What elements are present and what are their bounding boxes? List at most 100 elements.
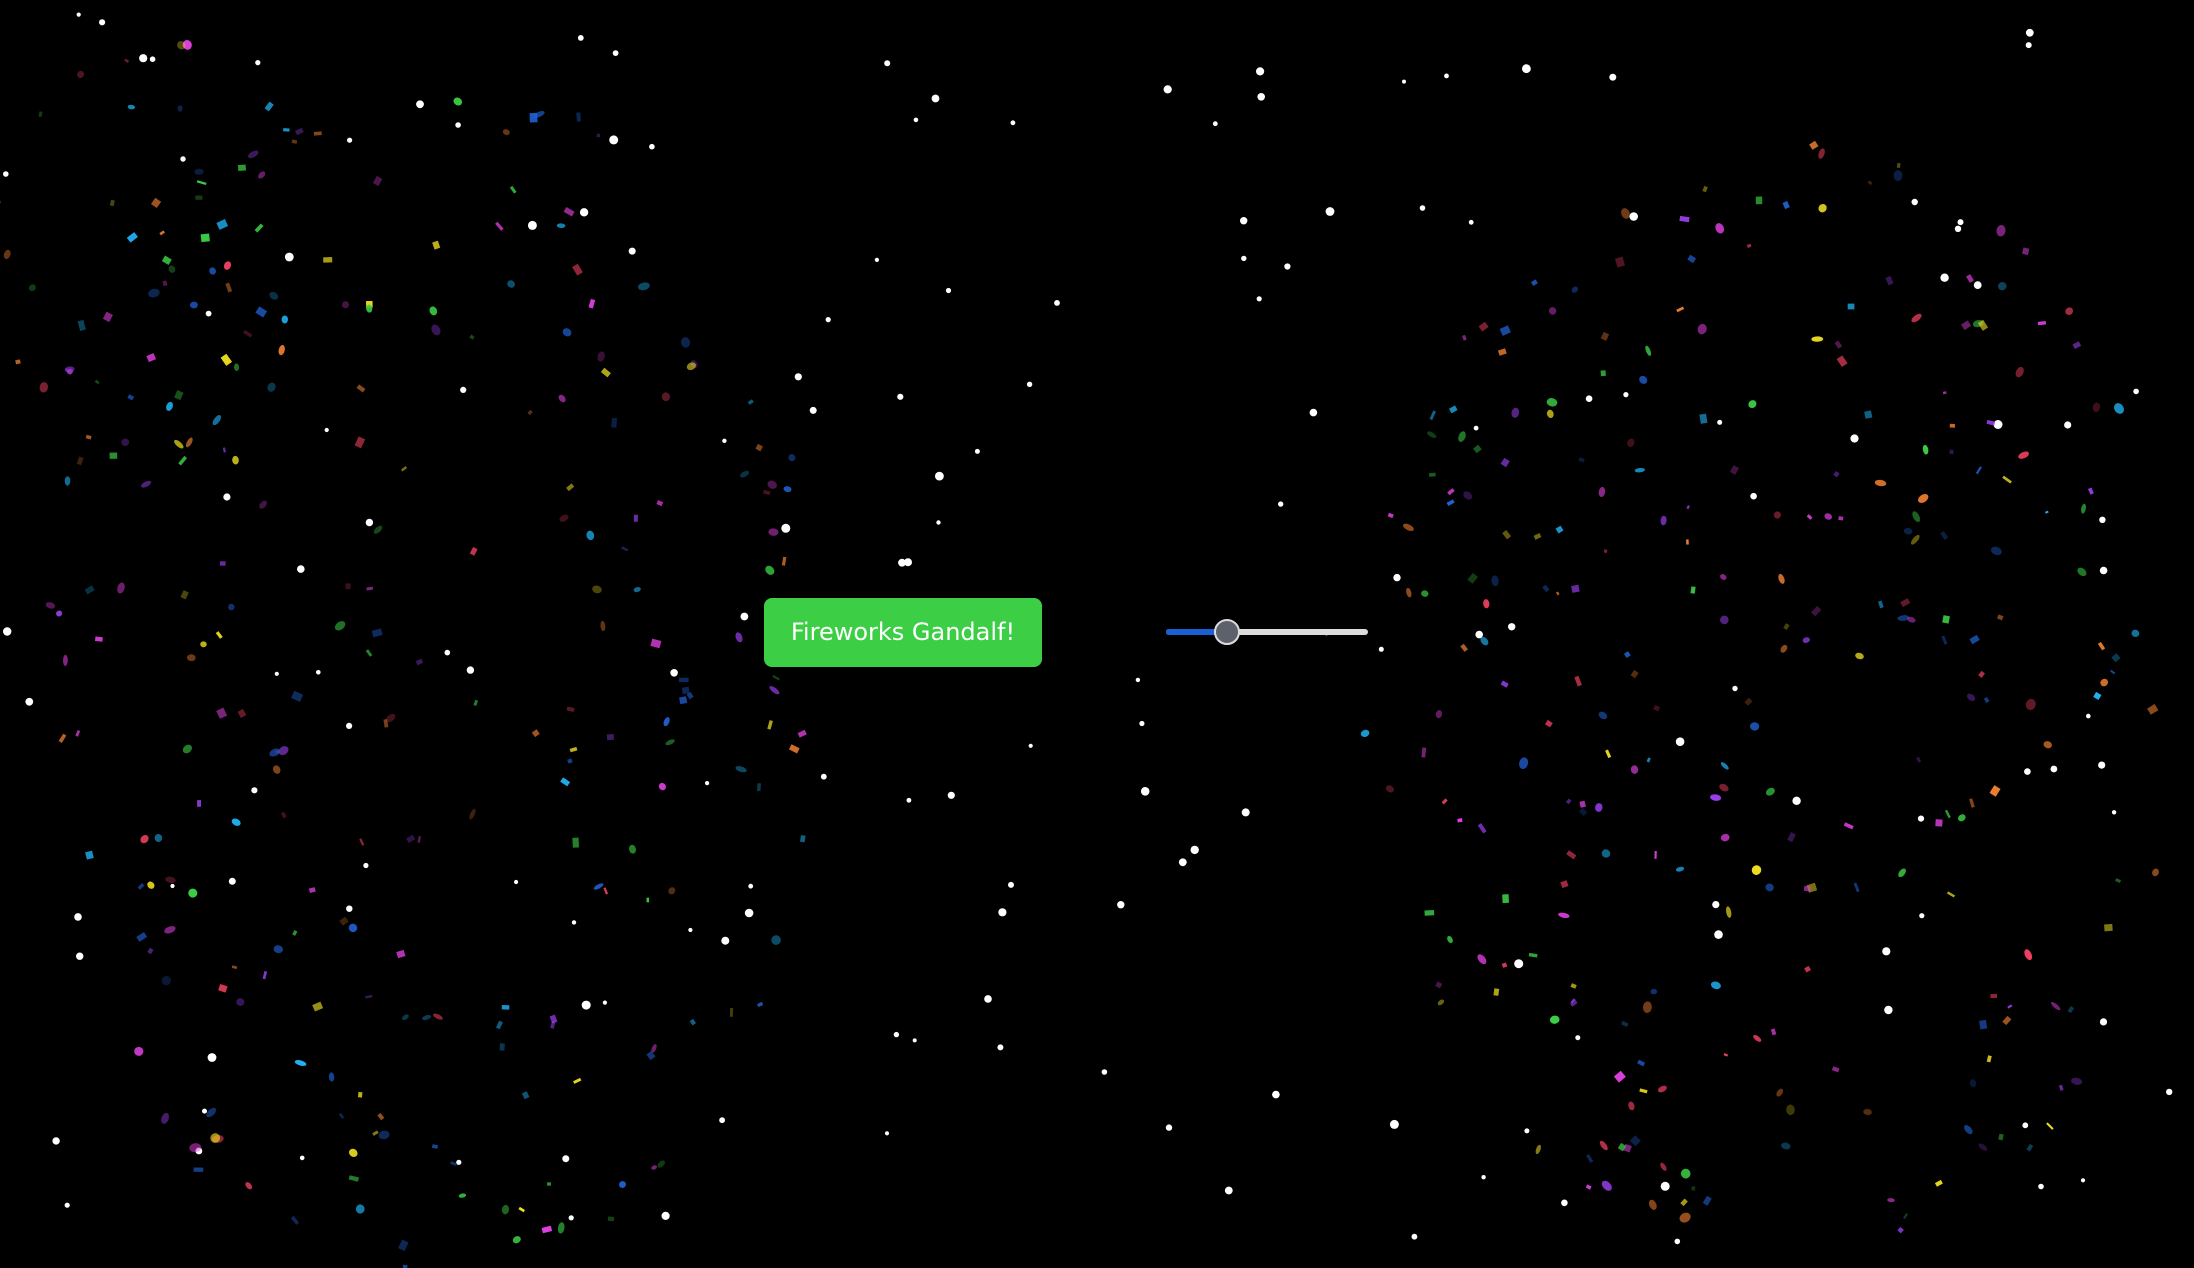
fireworks-gandalf-button[interactable]: Fireworks Gandalf! (764, 598, 1042, 667)
confetti-particle (495, 221, 504, 231)
star-particle (139, 54, 148, 63)
star-particle (884, 60, 891, 67)
confetti-particle (600, 620, 606, 632)
confetti-particle (212, 415, 222, 426)
confetti-particle (236, 998, 245, 1006)
confetti-particle (458, 1193, 467, 1198)
confetti-particle (740, 470, 750, 478)
star-particle (794, 373, 802, 381)
confetti-particle (788, 454, 796, 462)
confetti-particle (2087, 487, 2094, 495)
star-particle (931, 94, 940, 103)
star-particle (1714, 930, 1723, 939)
confetti-particle (2007, 1004, 2013, 1009)
confetti-particle (2044, 510, 2049, 514)
star-particle (705, 781, 710, 786)
confetti-particle (1679, 215, 1690, 223)
confetti-particle (1421, 747, 1427, 758)
confetti-particle (563, 207, 575, 217)
confetti-particle (1755, 196, 1763, 205)
confetti-particle (1629, 1135, 1641, 1147)
confetti-particle (1990, 993, 1998, 999)
star-particle (76, 952, 84, 960)
confetti-particle (663, 717, 670, 727)
confetti-particle (2024, 949, 2033, 961)
star-particle (2166, 1088, 2173, 1096)
confetti-particle (1605, 749, 1612, 759)
confetti-particle (1566, 850, 1577, 860)
confetti-particle (349, 1148, 358, 1158)
confetti-particle (1787, 832, 1796, 843)
slider-thumb[interactable] (1213, 619, 1240, 645)
confetti-particle (1630, 765, 1639, 774)
confetti-particle (1751, 865, 1762, 875)
confetti-particle (1571, 286, 1579, 293)
confetti-particle (607, 1216, 615, 1222)
confetti-particle (1809, 140, 1819, 150)
confetti-particle (1621, 208, 1630, 219)
confetti-particle (1548, 307, 1557, 315)
confetti-particle (168, 265, 176, 273)
star-particle (223, 493, 231, 501)
confetti-particle (788, 744, 800, 754)
confetti-particle (0, 198, 1, 206)
star-particle (1117, 901, 1125, 909)
confetti-particle (1855, 652, 1864, 660)
star-particle (2098, 761, 2106, 769)
confetti-particle (189, 301, 198, 309)
confetti-particle (281, 315, 289, 324)
confetti-particle (550, 1020, 556, 1029)
star-particle (2050, 765, 2058, 773)
confetti-particle (2002, 475, 2012, 484)
confetti-particle (177, 105, 183, 112)
confetti-particle (453, 97, 463, 106)
star-particle (612, 50, 619, 56)
confetti-particle (345, 583, 351, 590)
confetti-particle (259, 500, 267, 509)
confetti-particle (354, 436, 366, 449)
confetti-particle (1863, 1108, 1872, 1116)
star-particle (1508, 623, 1516, 631)
confetti-particle (94, 636, 103, 642)
confetti-particle (1467, 572, 1479, 584)
confetti-particle (518, 1206, 525, 1213)
star-particle (1178, 858, 1187, 867)
confetti-particle (182, 744, 192, 754)
confetti-particle (417, 836, 422, 843)
confetti-particle (593, 883, 604, 890)
confetti-particle (77, 70, 85, 79)
confetti-particle (2077, 567, 2087, 577)
confetti-particle (1578, 807, 1588, 817)
star-particle (347, 137, 353, 143)
confetti-particle (1864, 410, 1873, 419)
star-particle (628, 247, 636, 255)
confetti-particle (1778, 573, 1785, 584)
confetti-particle (396, 949, 406, 959)
star-particle (998, 908, 1007, 917)
confetti-particle (269, 748, 281, 757)
confetti-particle (1615, 256, 1625, 268)
confetti-particle (147, 881, 155, 889)
intensity-slider[interactable] (1166, 614, 1368, 650)
confetti-particle (215, 631, 223, 639)
confetti-particle (1586, 1154, 1594, 1164)
confetti-particle (77, 319, 86, 331)
fireworks-canvas[interactable]: Fireworks Gandalf! (0, 0, 2194, 1268)
confetti-particle (1441, 798, 1448, 805)
slider-track[interactable] (1166, 629, 1368, 635)
confetti-particle (159, 230, 165, 236)
confetti-particle (323, 257, 333, 263)
star-particle (722, 438, 727, 443)
confetti-particle (45, 602, 56, 609)
confetti-particle (62, 654, 68, 666)
confetti-particle (185, 437, 193, 448)
confetti-particle (502, 129, 510, 136)
confetti-particle (1773, 511, 1781, 519)
confetti-particle (262, 971, 268, 980)
confetti-particle (541, 1225, 553, 1234)
confetti-particle (557, 1222, 565, 1234)
confetti-particle (1528, 952, 1538, 958)
confetti-particle (1818, 148, 1825, 159)
confetti-particle (109, 452, 118, 459)
confetti-particle (1942, 615, 1950, 624)
